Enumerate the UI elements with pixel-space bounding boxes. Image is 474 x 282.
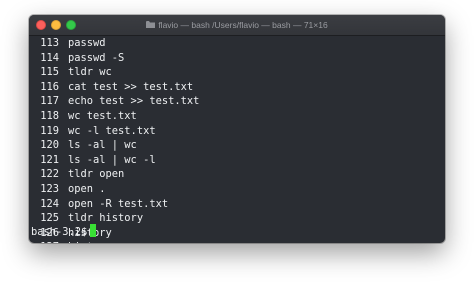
history-number: 115 [40, 66, 59, 79]
history-number: 116 [40, 80, 59, 93]
history-line: 116 cat test >> test.txt [35, 80, 445, 95]
history-command: ls -al | wc [68, 139, 137, 152]
history-number: 119 [40, 124, 59, 137]
history-command: open . [68, 182, 106, 195]
history-line: 119 wc -l test.txt [35, 124, 445, 139]
prompt-text: bash-3.2$ [31, 226, 88, 238]
history-line: 117 echo test >> test.txt [35, 94, 445, 109]
history-command: ls -al | wc -l [68, 153, 156, 166]
history-line: 114 passwd -S [35, 51, 445, 66]
history-line: 115 tldr wc [35, 65, 445, 80]
history-line: 124 open -R test.txt [35, 197, 445, 212]
history-line: 121 ls -al | wc -l [35, 153, 445, 168]
window-title: flavio — bash /Users/flavio — bash — 71×… [29, 15, 445, 35]
history-number: 118 [40, 109, 59, 122]
history-line: 127history [35, 240, 445, 243]
history-command: wc test.txt [68, 109, 137, 122]
prompt-line[interactable]: bash-3.2$ [31, 224, 97, 240]
history-line: 126history [35, 226, 445, 241]
history-line: 118 wc test.txt [35, 109, 445, 124]
history-number: 121 [40, 153, 59, 166]
history-command: open -R test.txt [68, 197, 169, 210]
window-title-text: flavio — bash /Users/flavio — bash — 71×… [158, 20, 328, 30]
terminal-window: flavio — bash /Users/flavio — bash — 71×… [29, 15, 445, 243]
history-command: passwd -S [68, 51, 125, 64]
history-command: echo test >> test.txt [68, 95, 200, 108]
history-number: 114 [40, 51, 59, 64]
folder-icon [146, 21, 156, 29]
terminal-output[interactable]: 113 passwd 114 passwd -S 115 tldr wc 116 cat te… [29, 36, 445, 243]
history-line: 123 open . [35, 182, 445, 197]
history-line: 125 tldr history [35, 211, 445, 226]
title-bar[interactable]: flavio — bash /Users/flavio — bash — 71×… [29, 15, 445, 36]
history-command: tldr history [68, 212, 144, 225]
history-number: 124 [40, 197, 59, 210]
history-command: history [68, 241, 112, 243]
history-number: 122 [40, 168, 59, 181]
history-list: 113 passwd 114 passwd -S 115 tldr wc 116 cat te… [35, 36, 445, 243]
history-line: 120 ls -al | wc [35, 138, 445, 153]
history-number: 113 [40, 37, 59, 49]
history-command: passwd [68, 37, 106, 49]
history-command: cat test >> test.txt [68, 80, 194, 93]
history-command: tldr wc [68, 66, 112, 79]
history-number: 117 [40, 95, 59, 108]
text-cursor [90, 224, 97, 237]
history-number: 120 [40, 139, 59, 152]
history-number: 123 [40, 182, 59, 195]
history-command: tldr open [68, 168, 125, 181]
history-line: 113 passwd [35, 36, 445, 51]
history-number: 127 [35, 240, 68, 243]
history-command: wc -l test.txt [68, 124, 156, 137]
history-line: 122 tldr open [35, 167, 445, 182]
